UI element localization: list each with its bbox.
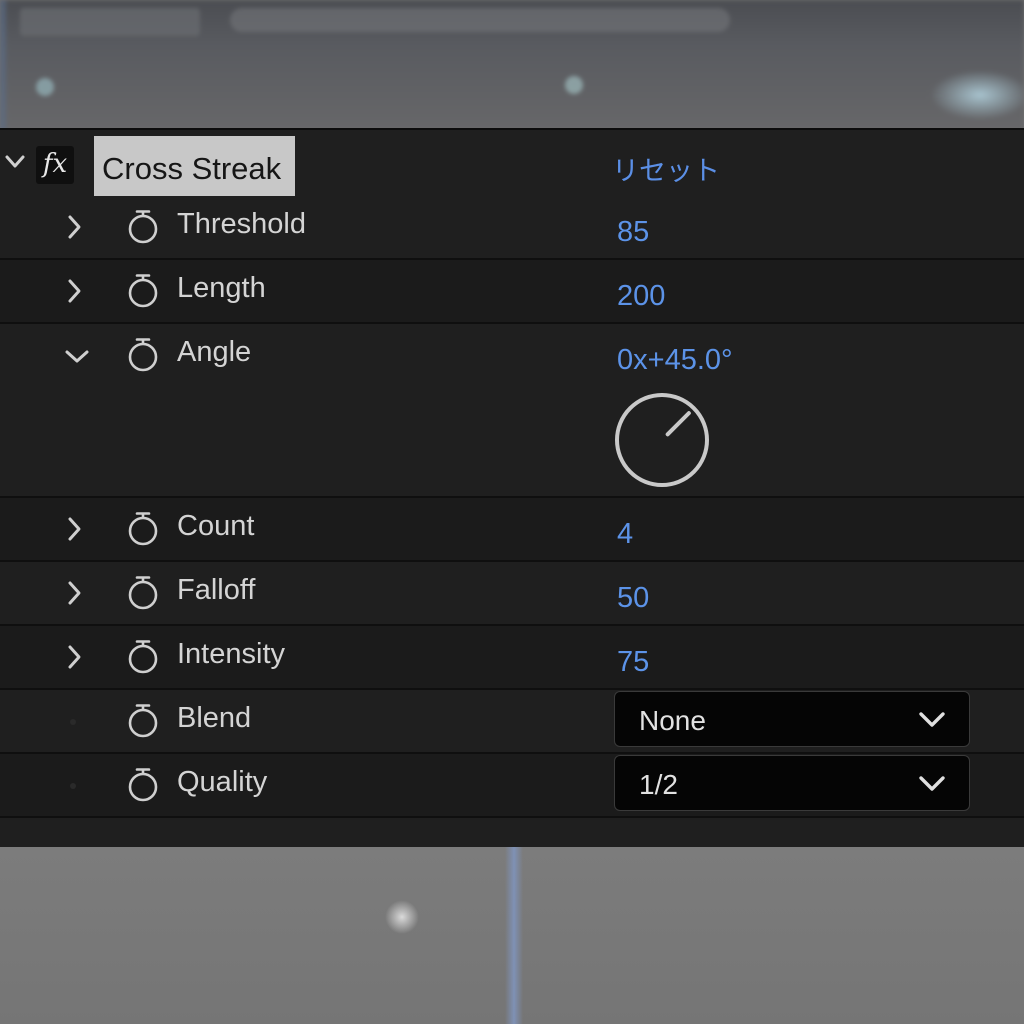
no-twirl-placeholder [70,783,76,789]
property-row-intensity: Intensity 75 [0,626,1024,690]
property-row-angle: Angle 0x+45.0° [0,324,1024,498]
fx-icon[interactable]: fx [36,146,74,184]
stopwatch-icon[interactable] [126,638,160,674]
chevron-down-icon[interactable] [4,154,26,170]
angle-dial-needle [665,411,691,437]
stopwatch-icon[interactable] [126,574,160,610]
backdrop-edge [0,0,6,130]
effect-controls-panel: fx Cross Streak リセット Threshold 85 Length… [0,128,1024,847]
blurred-vertical-line [505,845,523,1024]
property-value[interactable]: 75 [617,646,649,679]
property-value[interactable]: 4 [617,518,633,551]
property-row-threshold: Threshold 85 [0,196,1024,260]
chevron-down-icon[interactable] [62,342,92,372]
chevron-down-icon [919,712,945,727]
blend-dropdown[interactable]: None [614,691,970,747]
property-label: Count [177,510,255,542]
composition-viewer-background-bottom [0,845,1024,1024]
property-row-falloff: Falloff 50 [0,562,1024,626]
stopwatch-icon[interactable] [126,766,160,802]
angle-dial[interactable] [612,390,712,490]
chevron-right-icon[interactable] [60,642,90,672]
chevron-right-icon[interactable] [60,276,90,306]
reset-link[interactable]: リセット [612,144,720,194]
stopwatch-icon[interactable] [126,510,160,546]
property-label: Threshold [177,208,306,240]
property-value[interactable]: 0x+45.0° [617,344,733,377]
stopwatch-icon[interactable] [126,208,160,244]
stopwatch-icon[interactable] [126,702,160,738]
blurred-light-dot [565,76,583,94]
property-row-count: Count 4 [0,498,1024,562]
property-label: Quality [177,766,268,798]
chevron-right-icon[interactable] [60,514,90,544]
quality-dropdown[interactable]: 1/2 [614,755,970,811]
property-label: Angle [177,336,252,368]
property-row-blend: Blend None [0,690,1024,754]
property-label: Length [177,272,266,304]
effect-header: fx Cross Streak リセット [0,132,1024,196]
blurred-toolbar [230,8,730,32]
dropdown-selected-value: 1/2 [639,769,678,800]
chevron-down-icon [919,776,945,791]
blurred-tab [20,8,200,36]
dropdown-selected-value: None [639,705,706,736]
blurred-light-dot [36,78,54,96]
composition-viewer-background-top [0,0,1024,130]
property-label: Intensity [177,638,285,670]
stopwatch-icon[interactable] [126,336,160,372]
property-value[interactable]: 200 [617,280,665,313]
no-twirl-placeholder [70,719,76,725]
property-value[interactable]: 85 [617,216,649,249]
property-value[interactable]: 50 [617,582,649,615]
stopwatch-icon[interactable] [126,272,160,308]
blurred-light-dot [385,900,419,934]
blurred-light-streak [930,70,1024,120]
effect-name[interactable]: Cross Streak [94,136,295,196]
property-label: Blend [177,702,252,734]
property-label: Falloff [177,574,256,606]
panel-footer-space [0,818,1024,847]
property-row-length: Length 200 [0,260,1024,324]
chevron-right-icon[interactable] [60,212,90,242]
property-row-quality: Quality 1/2 [0,754,1024,818]
chevron-right-icon[interactable] [60,578,90,608]
